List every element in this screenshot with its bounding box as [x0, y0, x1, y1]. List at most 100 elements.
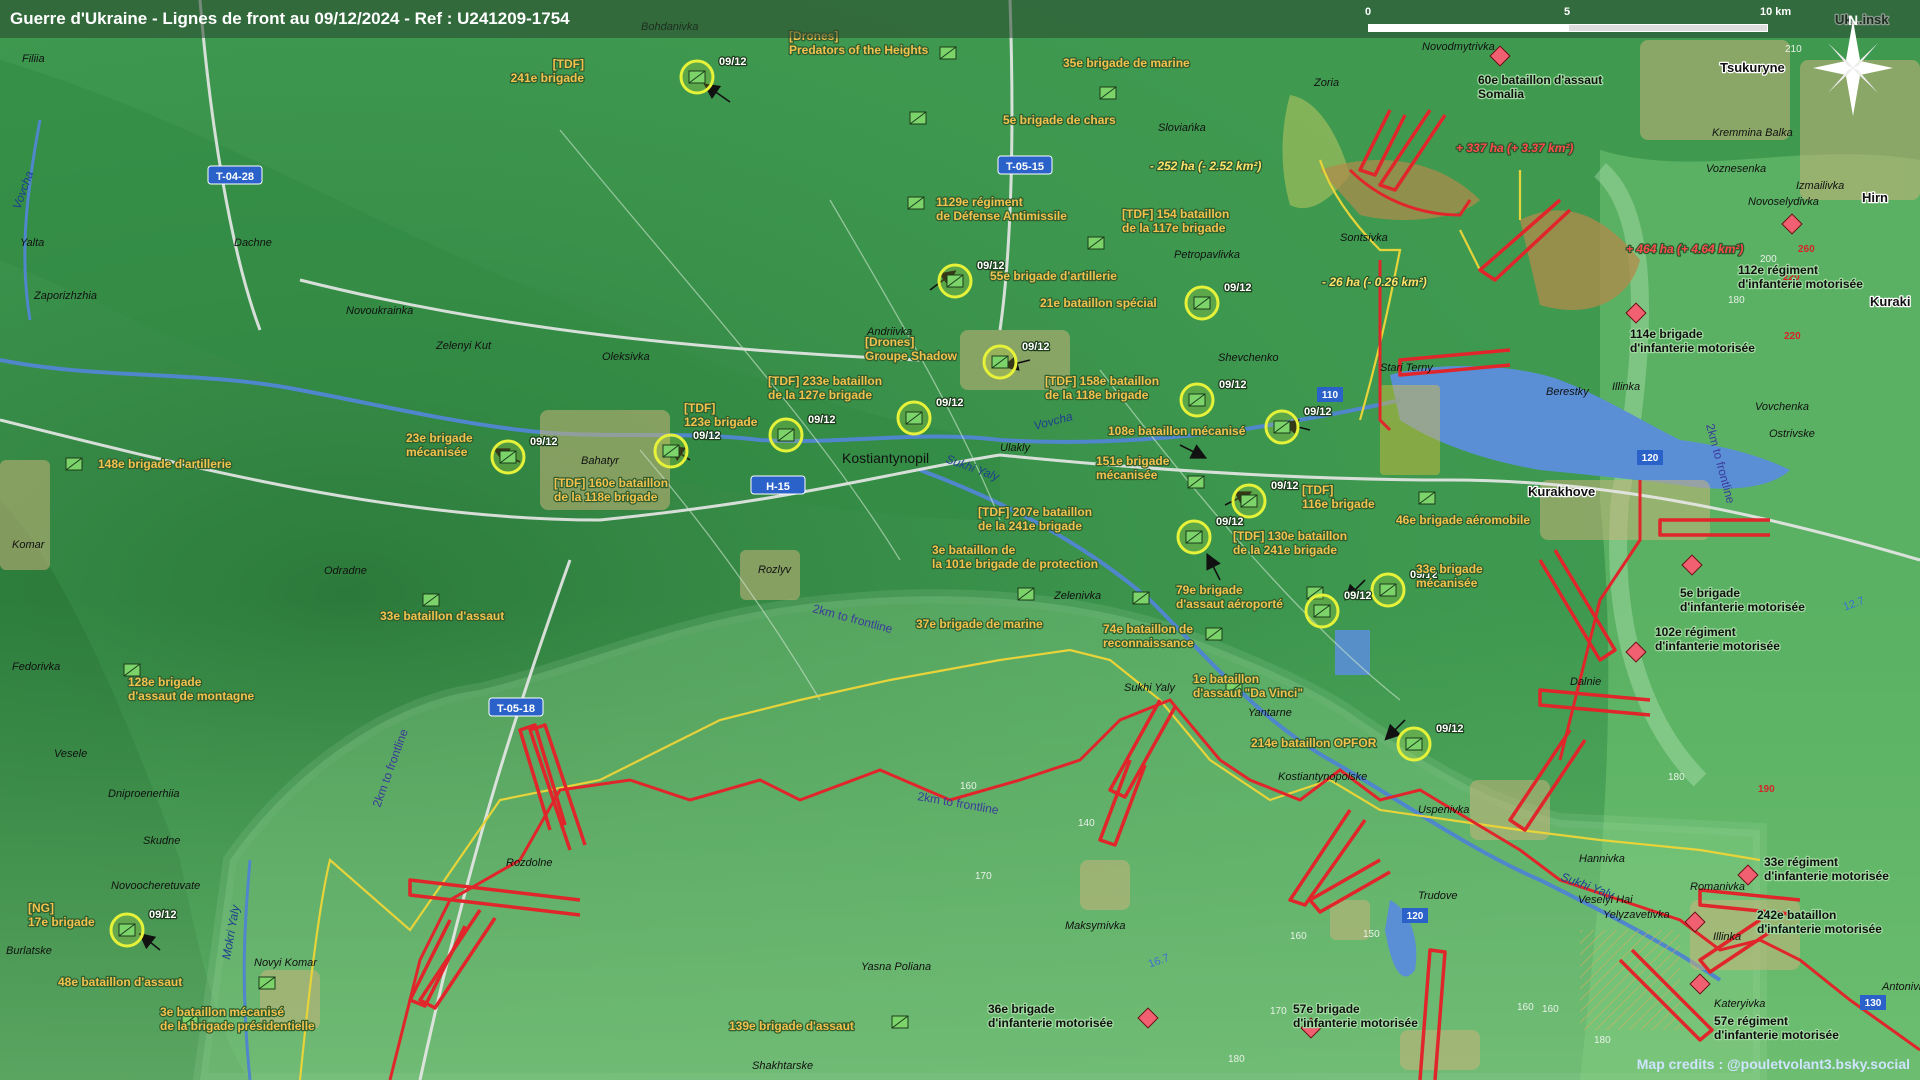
place-label: Ulakly	[1000, 442, 1031, 454]
road-shield-t-04-28: T-04-28	[207, 165, 263, 185]
ua-unit-marker[interactable]	[907, 196, 925, 210]
place-label: Maksymivka	[1065, 920, 1126, 932]
unit-date-tag: 09/12	[808, 414, 836, 426]
ua-unit-marker[interactable]	[937, 263, 973, 299]
place-label: Stari Terny	[1380, 362, 1434, 374]
place-label: Rozlyv	[758, 564, 793, 576]
ua-unit-marker[interactable]	[1370, 572, 1406, 608]
ua-unit-marker[interactable]	[1187, 475, 1205, 489]
place-label: Yantarne	[1248, 707, 1292, 719]
ua-unit-marker[interactable]	[1099, 86, 1117, 100]
ua-unit-label: [TDF] 130e bataillon de la 241e brigade	[1233, 529, 1347, 557]
road-shield-t-05-18: T-05-18	[488, 697, 544, 717]
place-label: Shevchenko	[1218, 352, 1279, 364]
ua-unit-marker[interactable]	[1418, 491, 1436, 505]
area-change-label: - 26 ha (- 0.26 km²)	[1322, 275, 1427, 289]
place-label: Kostiantynopil	[842, 450, 929, 466]
place-label: Novoukrainka	[346, 305, 413, 317]
ua-unit-marker[interactable]	[422, 593, 440, 607]
elevation-label: 180	[1228, 1054, 1245, 1065]
ua-unit-marker[interactable]	[1304, 593, 1340, 629]
ua-unit-marker[interactable]	[1176, 519, 1212, 555]
place-label: Zaporizhzhia	[33, 290, 97, 302]
place-label: Uspenivka	[1418, 804, 1469, 816]
ua-unit-marker[interactable]	[653, 433, 689, 469]
place-label: Hannivka	[1579, 853, 1625, 865]
elevation-label: 160	[1542, 1004, 1559, 1015]
place-label: Voznesenka	[1706, 163, 1766, 175]
elevation-label: 190	[1758, 784, 1775, 795]
place-label: Yasna Poliana	[861, 961, 931, 973]
ua-unit-marker[interactable]	[1179, 382, 1215, 418]
map-credits: Map credits : @pouletvolant3.bsky.social	[1636, 1056, 1910, 1072]
ua-unit-label: 46e brigade aéromobile	[1396, 513, 1530, 527]
ua-unit-label: 48e bataillon d'assaut	[58, 975, 182, 989]
ua-unit-label: 74e bataillon de reconnaissance	[1103, 622, 1194, 650]
ua-unit-marker[interactable]	[896, 400, 932, 436]
unit-date-tag: 09/12	[1344, 590, 1372, 602]
ua-unit-label: 37e brigade de marine	[916, 617, 1043, 631]
ua-unit-marker[interactable]	[65, 457, 83, 471]
scale-label-10: 10 km	[1760, 6, 1792, 18]
place-label: Petropavlivka	[1174, 249, 1240, 261]
elevation-label: 220	[1784, 331, 1801, 342]
scale-label-0: 0	[1365, 6, 1372, 18]
ua-unit-marker[interactable]	[490, 439, 526, 475]
area-change-label: + 337 ha (+ 3.37 km²)	[1456, 141, 1573, 155]
ua-unit-marker[interactable]	[982, 344, 1018, 380]
place-label: Antonivka	[1881, 981, 1920, 993]
unit-date-tag: 09/12	[1216, 516, 1244, 528]
road-number-label: 120	[1407, 911, 1424, 922]
ua-unit-marker[interactable]	[1231, 483, 1267, 519]
area-change-label: - 252 ha (- 2.52 km²)	[1150, 159, 1261, 173]
place-label: Vovchenka	[1755, 401, 1809, 413]
scale-bar-segment-2	[1568, 24, 1768, 32]
place-label: Kurakhove	[1528, 484, 1595, 499]
ua-unit-marker[interactable]	[1017, 587, 1035, 601]
ua-unit-marker[interactable]	[679, 59, 715, 95]
ua-unit-marker[interactable]	[1264, 409, 1300, 445]
scale-label-5: 5	[1564, 6, 1571, 18]
compass-north-label: N	[1848, 12, 1858, 28]
ua-unit-marker[interactable]	[109, 912, 145, 948]
front-line-map[interactable]: T-04-28T-05-15H-15T-05-1811012012013012.…	[0, 0, 1920, 1080]
ua-unit-marker[interactable]	[891, 1015, 909, 1029]
ua-unit-marker[interactable]	[1132, 591, 1150, 605]
place-label: Sontsivka	[1340, 232, 1388, 244]
ua-unit-label: 108e bataillon mécanisé	[1108, 424, 1246, 438]
area-change-label: + 464 ha (+ 4.64 km²)	[1626, 242, 1743, 256]
ua-unit-marker[interactable]	[939, 46, 957, 60]
svg-text:T-04-28: T-04-28	[216, 171, 254, 183]
elevation-label: 160	[960, 781, 977, 792]
place-label: Fedorivka	[12, 661, 60, 673]
ua-unit-label: 35e brigade de marine	[1063, 56, 1190, 70]
svg-text:T-05-18: T-05-18	[497, 703, 535, 715]
elevation-label: 260	[1798, 244, 1815, 255]
ua-unit-marker[interactable]	[258, 976, 276, 990]
ua-unit-label: [TDF] 154 bataillon de la 117e brigade	[1122, 207, 1229, 235]
place-label: Kuraki	[1870, 294, 1910, 309]
ua-unit-marker[interactable]	[768, 417, 804, 453]
ua-unit-label: 55e brigade d'artillerie	[990, 269, 1117, 283]
ua-unit-marker[interactable]	[1184, 285, 1220, 321]
place-label: Dnіproenerhiia	[108, 788, 180, 800]
road-shield-h-15: H-15	[750, 475, 806, 495]
ua-unit-marker[interactable]	[909, 111, 927, 125]
place-label: Izmailivka	[1796, 180, 1844, 192]
ua-unit-label: 139e brigade d'assaut	[729, 1019, 854, 1033]
place-label: Trudove	[1418, 890, 1458, 902]
place-label: Kateryivka	[1714, 998, 1765, 1010]
ua-unit-marker[interactable]	[1396, 726, 1432, 762]
elevation-label: 180	[1668, 772, 1685, 783]
place-label: Novoocheretuvate	[111, 880, 200, 892]
elevation-label: 170	[1270, 1006, 1287, 1017]
ua-unit-marker[interactable]	[1087, 236, 1105, 250]
ua-unit-marker[interactable]	[1205, 627, 1223, 641]
place-label: Veselе	[54, 748, 87, 760]
elevation-label: 180	[1728, 295, 1745, 306]
road-number-label: 120	[1642, 453, 1659, 464]
place-label: Shakhtarske	[752, 1060, 813, 1072]
place-label: Rozdolne	[506, 857, 552, 869]
place-label: Novoselydivka	[1748, 196, 1819, 208]
ua-unit-label: [TDF] 160e bataillon de la 118e brigade	[554, 476, 668, 504]
